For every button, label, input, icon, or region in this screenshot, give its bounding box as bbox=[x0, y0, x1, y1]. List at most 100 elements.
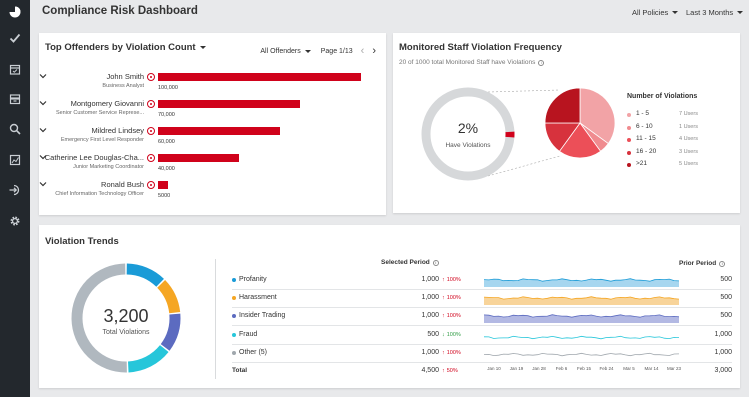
axis-label: Mar 5 bbox=[623, 366, 635, 371]
offender-bar bbox=[158, 73, 361, 81]
chevron-down-icon[interactable] bbox=[39, 99, 47, 107]
donut-segment[interactable] bbox=[127, 344, 169, 373]
offender-row[interactable]: Montgomery Giovanni Senior Customer Servi… bbox=[39, 99, 386, 125]
offender-name: Montgomery Giovanni bbox=[70, 99, 144, 108]
offender-value: 40,000 bbox=[158, 166, 175, 172]
trend-prior-value: 500 bbox=[720, 294, 732, 302]
info-icon[interactable]: i bbox=[719, 260, 726, 267]
offender-row[interactable]: Mildred Lindsey Emergency First Level Res… bbox=[39, 126, 386, 152]
trend-change: ↑ 100% bbox=[442, 277, 461, 283]
axis-label: Jan 19 bbox=[509, 366, 524, 371]
axis-label: Mar 14 bbox=[644, 366, 659, 371]
trend-dot bbox=[232, 314, 236, 319]
calendar-icon[interactable] bbox=[6, 60, 24, 78]
violation-badge-icon bbox=[147, 127, 155, 135]
trend-change: ↑ 100% bbox=[442, 313, 461, 319]
pie-chart-icon[interactable] bbox=[6, 3, 24, 21]
selected-period-header: Selected Period i bbox=[381, 259, 439, 266]
trend-value: 1,000 bbox=[421, 312, 439, 320]
trend-value: 1,000 bbox=[421, 294, 439, 302]
trend-dot bbox=[232, 350, 236, 355]
violation-badge-icon bbox=[147, 154, 155, 162]
next-page-icon[interactable]: › bbox=[372, 46, 376, 57]
legend-title: Number of Violations bbox=[627, 93, 698, 100]
legend-label: 1 - 5 bbox=[636, 110, 650, 117]
trend-sparkline bbox=[484, 296, 679, 306]
trend-change-value: 50% bbox=[446, 368, 458, 374]
legend-users: 3 Users bbox=[679, 148, 698, 155]
trend-prior-value: 1,000 bbox=[714, 348, 732, 356]
monitored-staff-card: Monitored Staff Violation Frequency 20 o… bbox=[393, 33, 740, 213]
trend-change-value: 100% bbox=[446, 313, 461, 320]
monitored-staff-title: Monitored Staff Violation Frequency bbox=[399, 42, 562, 53]
violation-pie bbox=[544, 87, 616, 159]
offender-bar bbox=[158, 154, 240, 162]
legend-item: 11 - 15 4 Users bbox=[627, 135, 707, 147]
trend-label: Total bbox=[232, 367, 248, 374]
trend-label: Other (5) bbox=[239, 348, 268, 356]
offender-filter-dropdown[interactable]: All Offenders bbox=[260, 48, 311, 55]
trend-label: Fraud bbox=[239, 330, 258, 338]
monitored-staff-subtitle-row: 20 of 1000 total Monitored Staff have Vi… bbox=[399, 59, 545, 66]
trend-label: Insider Trading bbox=[239, 312, 286, 320]
donut-segment[interactable] bbox=[160, 313, 181, 351]
offender-bar bbox=[158, 127, 280, 135]
violation-trends-title: Violation Trends bbox=[45, 236, 119, 247]
trend-dot bbox=[232, 278, 236, 282]
pie-slice[interactable] bbox=[544, 87, 581, 124]
legend-item: 6 - 10 1 Users bbox=[627, 123, 707, 135]
trend-dot bbox=[232, 296, 236, 301]
sign-in-icon[interactable] bbox=[6, 181, 24, 199]
offender-value: 5000 bbox=[158, 193, 171, 199]
arrow-up-icon: ↑ bbox=[442, 295, 445, 302]
chevron-down-icon[interactable] bbox=[39, 180, 47, 188]
chevron-down-icon[interactable] bbox=[39, 72, 47, 80]
legend-label: >21 bbox=[636, 160, 648, 167]
trend-row[interactable]: Other (5) 1,000 ↑ 100% 1,000 bbox=[232, 345, 732, 363]
monitored-staff-subtitle: 20 of 1000 total Monitored Staff have Vi… bbox=[399, 59, 536, 66]
period-filter-dropdown[interactable]: Last 3 Months bbox=[686, 8, 744, 17]
gear-icon[interactable] bbox=[6, 212, 24, 230]
info-icon[interactable]: i bbox=[432, 259, 439, 266]
search-icon[interactable] bbox=[6, 120, 24, 138]
arrow-up-icon: ↑ bbox=[442, 277, 445, 283]
offender-name: Ronald Bush bbox=[101, 180, 144, 189]
report-icon[interactable] bbox=[6, 151, 24, 169]
offender-row[interactable]: John Smith Business Analyst 100,000 bbox=[39, 72, 386, 98]
trend-label: Profanity bbox=[239, 276, 267, 283]
prior-period-header: Prior Period i bbox=[679, 260, 726, 267]
offender-row[interactable]: Ronald Bush Chief Information Technology … bbox=[39, 180, 386, 206]
offender-name: Mildred Lindsey bbox=[91, 126, 144, 135]
violation-donut: 3,200 Total Violations bbox=[71, 263, 181, 373]
trend-row[interactable]: Harassment 1,000 ↑ 100% 500 bbox=[232, 290, 732, 309]
donut-segment[interactable] bbox=[126, 263, 164, 287]
chevron-down-icon bbox=[304, 50, 311, 53]
inbox-icon[interactable] bbox=[6, 90, 24, 108]
legend-item: >21 5 Users bbox=[627, 160, 707, 172]
donut-segment[interactable] bbox=[157, 280, 181, 314]
top-offenders-card: Top Offenders by Violation Count All Off… bbox=[39, 33, 386, 215]
top-offenders-title-dropdown[interactable]: Top Offenders by Violation Count bbox=[45, 42, 206, 53]
legend-label: 6 - 10 bbox=[636, 122, 653, 130]
legend-dot bbox=[627, 138, 631, 142]
divider bbox=[215, 259, 216, 379]
total-violations-label: Total Violations bbox=[103, 329, 150, 336]
offender-name: John Smith bbox=[106, 72, 144, 81]
trend-value: 500 bbox=[427, 330, 439, 338]
trend-change: ↑ 100% bbox=[442, 295, 461, 301]
offender-value: 60,000 bbox=[158, 139, 175, 145]
trend-row[interactable]: Profanity 1,000 ↑ 100% 500 bbox=[232, 272, 732, 290]
axis-label: Feb 6 bbox=[555, 366, 568, 371]
check-icon[interactable] bbox=[6, 29, 24, 47]
sparkline-line bbox=[484, 352, 679, 357]
violation-legend: 1 - 57 Users 6 - 10 1 Users 11 - 15 4 Users 1… bbox=[627, 110, 727, 180]
trend-value: 1,000 bbox=[421, 276, 439, 283]
info-icon[interactable]: i bbox=[538, 59, 545, 66]
chevron-down-icon[interactable] bbox=[39, 126, 47, 134]
trend-row[interactable]: Fraud 500 ↓ 100% 1,000 bbox=[232, 327, 732, 345]
policy-filter-dropdown[interactable]: All Policies bbox=[632, 8, 679, 17]
prev-page-icon[interactable]: ‹ bbox=[361, 46, 365, 57]
trend-row[interactable]: Insider Trading 1,000 ↑ 100% 500 bbox=[232, 308, 732, 327]
offender-row[interactable]: Catherine Lee Douglas-Cha... Junior Marke… bbox=[39, 153, 386, 179]
trend-sparkline bbox=[484, 352, 679, 357]
